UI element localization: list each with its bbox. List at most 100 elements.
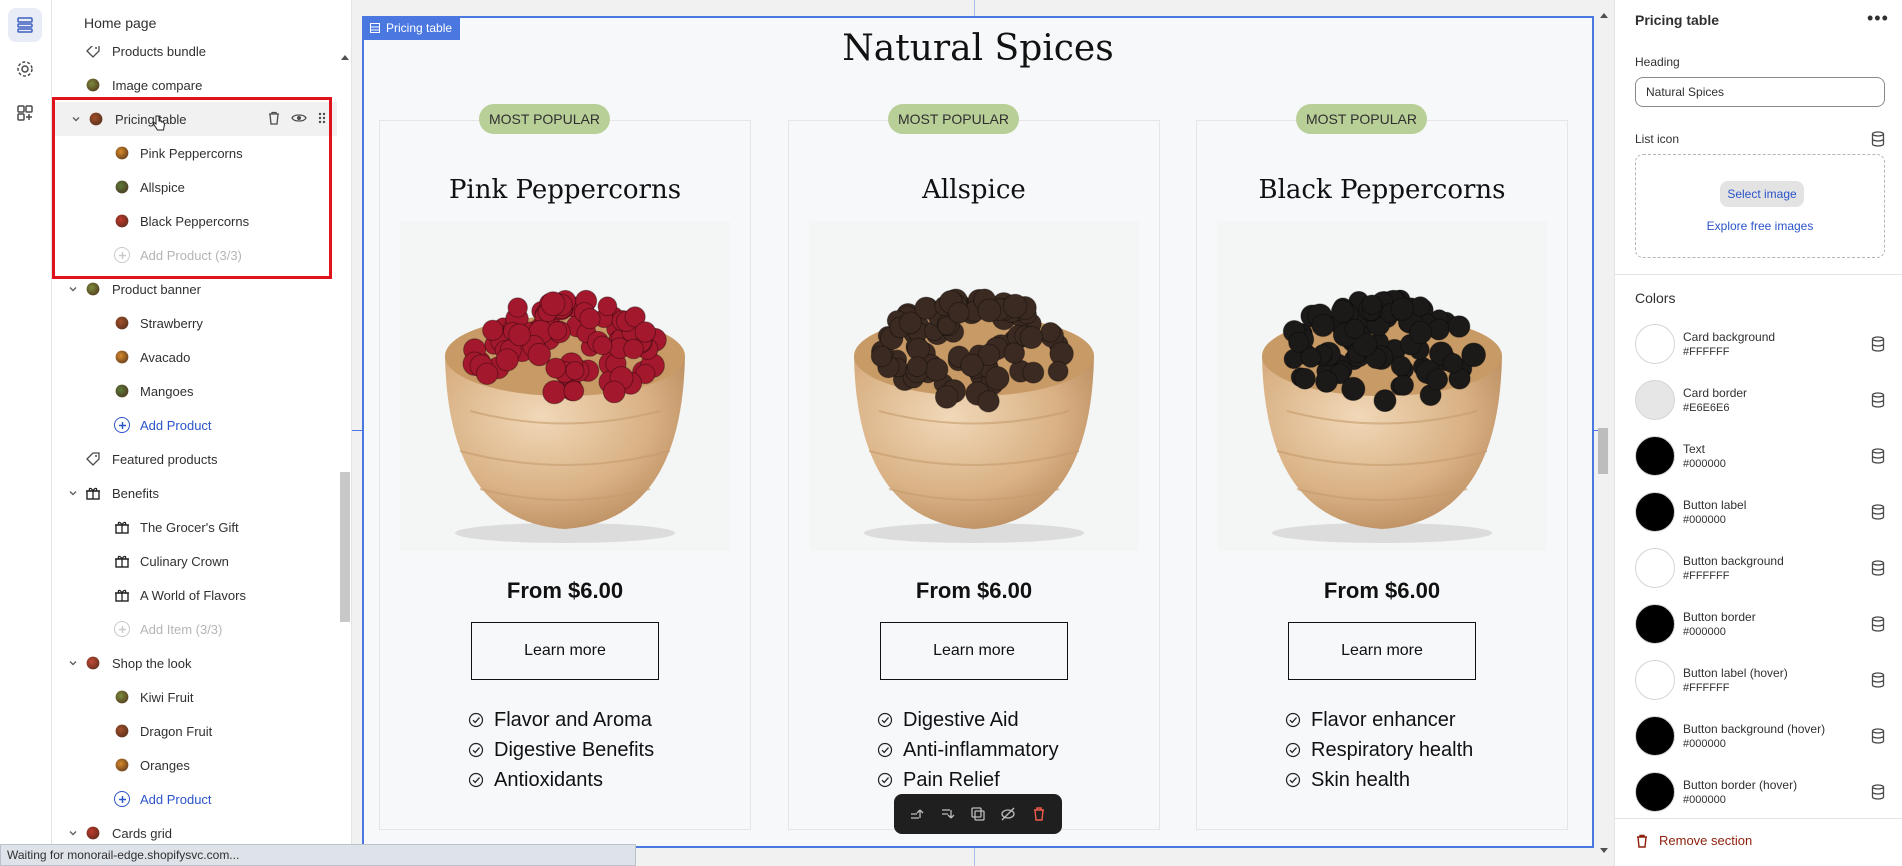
feature-list: Flavor enhancer Respiratory health Skin he… [1285, 705, 1473, 795]
more-icon[interactable]: ••• [1867, 8, 1889, 29]
heading-input[interactable]: Natural Spices [1635, 77, 1885, 107]
section-item[interactable]: Featured products [52, 442, 337, 476]
color-setting[interactable]: Button border (hover) #000000 [1635, 770, 1891, 814]
chevron-down-icon[interactable] [67, 657, 79, 669]
sidebar-scroll-thumb[interactable] [340, 472, 350, 622]
section-item[interactable]: Product banner [52, 272, 337, 306]
most-popular-badge: MOST POPULAR [479, 104, 610, 134]
block-item[interactable]: Add Product [52, 408, 337, 442]
pricing-card[interactable]: Allspice From $6.00 Learn more Digestive Ai… [788, 120, 1160, 830]
move-down-icon[interactable] [940, 806, 956, 822]
color-swatch[interactable] [1635, 772, 1675, 812]
check-icon [468, 772, 484, 788]
eye-icon[interactable] [291, 111, 307, 125]
canvas-scroll-thumb[interactable] [1598, 428, 1608, 474]
learn-more-button[interactable]: Learn more [471, 622, 659, 680]
dynamic-source-icon[interactable] [1871, 131, 1885, 147]
dynamic-source-icon[interactable] [1871, 672, 1885, 688]
pricing-card[interactable]: Black Peppercorns From $6.00 Learn more Fla… [1196, 120, 1568, 830]
canvas-scrollbar[interactable] [1596, 8, 1610, 858]
dynamic-source-icon[interactable] [1871, 728, 1885, 744]
section-item[interactable]: Pricing table [52, 102, 337, 136]
color-setting[interactable]: Text #000000 [1635, 434, 1891, 478]
color-swatch[interactable] [1635, 660, 1675, 700]
gear-icon[interactable] [8, 52, 42, 86]
dynamic-source-icon[interactable] [1871, 560, 1885, 576]
hand-cursor-icon [152, 115, 166, 131]
learn-more-button[interactable]: Learn more [1288, 622, 1476, 680]
item-label: A World of Flavors [140, 587, 246, 603]
color-setting[interactable]: Button border #000000 [1635, 602, 1891, 646]
color-hex: #000000 [1683, 738, 1726, 750]
chevron-down-icon[interactable] [67, 283, 79, 295]
color-setting[interactable]: Button background #FFFFFF [1635, 546, 1891, 590]
block-item[interactable]: Oranges [52, 748, 337, 782]
dynamic-source-icon[interactable] [1871, 392, 1885, 408]
item-label: Allspice [140, 179, 185, 195]
color-swatch[interactable] [1635, 548, 1675, 588]
duplicate-icon[interactable] [970, 806, 986, 822]
trash-icon [1637, 834, 1647, 848]
color-swatch[interactable] [1635, 380, 1675, 420]
block-item[interactable]: Culinary Crown [52, 544, 337, 578]
pricing-table-section[interactable]: Natural Spices Pink Peppercorns From $6.0… [362, 16, 1594, 848]
section-item[interactable]: Image compare [52, 68, 337, 102]
sidebar-scrollbar[interactable] [338, 46, 350, 856]
tag-icon [85, 451, 101, 467]
remove-section-button[interactable]: Remove section [1635, 833, 1752, 848]
color-setting[interactable]: Card background #FFFFFF [1635, 322, 1891, 366]
block-item[interactable]: Strawberry [52, 306, 337, 340]
section-tree: Products bundle Image compare Pricing tabl… [52, 34, 337, 850]
feature-item: Digestive Aid [877, 705, 1059, 735]
color-swatch[interactable] [1635, 492, 1675, 532]
dynamic-source-icon[interactable] [1871, 616, 1885, 632]
item-label: Add Product (3/3) [140, 247, 242, 263]
check-icon [877, 772, 893, 788]
check-icon [877, 712, 893, 728]
dynamic-source-icon[interactable] [1871, 784, 1885, 800]
color-setting[interactable]: Button label #000000 [1635, 490, 1891, 534]
hide-icon[interactable] [1000, 806, 1016, 822]
image-picker: Select image Explore free images [1635, 154, 1885, 258]
block-item[interactable]: Kiwi Fruit [52, 680, 337, 714]
block-item[interactable]: Dragon Fruit [52, 714, 337, 748]
block-item[interactable]: Pink Peppercorns [52, 136, 337, 170]
block-item[interactable]: Mangoes [52, 374, 337, 408]
section-item[interactable]: Shop the look [52, 646, 337, 680]
color-setting[interactable]: Button label (hover) #FFFFFF [1635, 658, 1891, 702]
color-setting[interactable]: Button background (hover) #000000 [1635, 714, 1891, 758]
block-item[interactable]: The Grocer's Gift [52, 510, 337, 544]
color-swatch[interactable] [1635, 324, 1675, 364]
drag-handle-icon[interactable] [317, 111, 327, 125]
chevron-down-icon[interactable] [67, 827, 79, 839]
pricing-card[interactable]: Pink Peppercorns From $6.00 Learn more Flav… [379, 120, 751, 830]
feature-text: Anti-inflammatory [903, 738, 1059, 761]
trash-icon[interactable] [267, 111, 281, 125]
sections-icon[interactable] [8, 8, 42, 42]
delete-icon[interactable] [1031, 806, 1047, 822]
color-swatch[interactable] [1635, 716, 1675, 756]
learn-more-button[interactable]: Learn more [880, 622, 1068, 680]
color-swatch[interactable] [1635, 436, 1675, 476]
item-label: Pricing table [115, 111, 187, 127]
dynamic-source-icon[interactable] [1871, 448, 1885, 464]
move-up-icon[interactable] [909, 806, 925, 822]
dynamic-source-icon[interactable] [1871, 504, 1885, 520]
explore-images-link[interactable]: Explore free images [1636, 219, 1884, 233]
section-item[interactable]: Benefits [52, 476, 337, 510]
block-item[interactable]: Add Product [52, 782, 337, 816]
dynamic-source-icon[interactable] [1871, 336, 1885, 352]
color-setting[interactable]: Card border #E6E6E6 [1635, 378, 1891, 422]
page-title: Home page [52, 0, 351, 46]
block-item[interactable]: A World of Flavors [52, 578, 337, 612]
block-item[interactable]: Allspice [52, 170, 337, 204]
chevron-down-icon[interactable] [70, 113, 82, 125]
item-label: Shop the look [112, 655, 192, 671]
item-label: Featured products [112, 451, 218, 467]
color-swatch[interactable] [1635, 604, 1675, 644]
apps-icon[interactable] [8, 96, 42, 130]
select-image-button[interactable]: Select image [1720, 181, 1804, 207]
block-item[interactable]: Black Peppercorns [52, 204, 337, 238]
chevron-down-icon[interactable] [67, 487, 79, 499]
block-item[interactable]: Avacado [52, 340, 337, 374]
